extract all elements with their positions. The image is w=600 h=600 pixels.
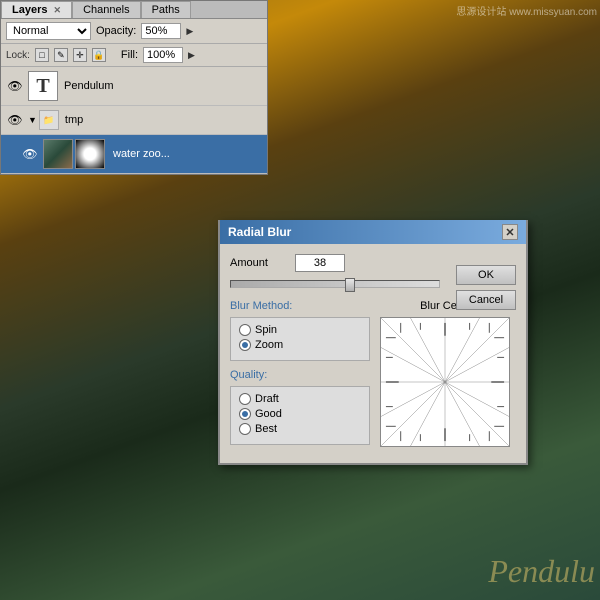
amount-slider-thumb[interactable] bbox=[345, 278, 355, 292]
radio-draft-label: Draft bbox=[255, 393, 279, 405]
opacity-label: Opacity: bbox=[96, 25, 136, 37]
dialog-buttons: OK Cancel bbox=[456, 265, 516, 310]
dialog-body: Amount OK Cancel Blur Method: bbox=[220, 244, 526, 463]
radio-good[interactable] bbox=[239, 408, 251, 420]
radio-row-good[interactable]: Good bbox=[239, 408, 361, 420]
layer-mask-water bbox=[75, 139, 105, 169]
radio-row-zoom[interactable]: Zoom bbox=[239, 339, 361, 351]
layer-visibility-water[interactable]: 👁 bbox=[21, 145, 39, 163]
tab-paths[interactable]: Paths bbox=[141, 1, 191, 18]
layer-visibility-tmp[interactable]: 👁 bbox=[6, 111, 24, 129]
radio-best-label: Best bbox=[255, 423, 277, 435]
lock-pixels-btn[interactable]: ✎ bbox=[54, 48, 68, 62]
lock-all-btn[interactable]: 🔒 bbox=[92, 48, 106, 62]
layer-name-pendulum: Pendulum bbox=[64, 80, 262, 92]
radio-row-spin[interactable]: Spin bbox=[239, 324, 361, 336]
layer-visibility-pendulum[interactable]: 👁 bbox=[6, 77, 24, 95]
tab-layers-close[interactable]: ✕ bbox=[54, 5, 62, 15]
watermark: 思源设计站 www.missyuan.com bbox=[453, 0, 600, 21]
dialog-right: Blur Center bbox=[380, 300, 516, 453]
radio-draft[interactable] bbox=[239, 393, 251, 405]
panel-toolbar-blend: Normal Opacity: ▶ bbox=[1, 19, 267, 44]
amount-label: Amount bbox=[230, 257, 295, 269]
amount-slider[interactable] bbox=[230, 280, 440, 288]
lock-position-btn[interactable]: ✛ bbox=[73, 48, 87, 62]
fill-arrow[interactable]: ▶ bbox=[188, 50, 195, 61]
lock-label: Lock: bbox=[6, 50, 30, 61]
radio-row-draft[interactable]: Draft bbox=[239, 393, 361, 405]
blur-method-group: Spin Zoom bbox=[230, 317, 370, 361]
layer-text-icon: T bbox=[36, 75, 49, 98]
tab-layers[interactable]: Layers ✕ bbox=[1, 1, 72, 18]
layer-name-tmp: tmp bbox=[65, 114, 262, 126]
layers-panel: Layers ✕ Channels Paths Normal Opacity: … bbox=[0, 0, 268, 175]
radio-good-label: Good bbox=[255, 408, 282, 420]
dialog-columns: Blur Method: Spin Zoom Quality: bbox=[230, 300, 516, 453]
panel-tabs: Layers ✕ Channels Paths bbox=[1, 1, 267, 19]
radio-zoom[interactable] bbox=[239, 339, 251, 351]
lock-transparent-btn[interactable]: □ bbox=[35, 48, 49, 62]
cancel-button[interactable]: Cancel bbox=[456, 290, 516, 310]
radio-zoom-label: Zoom bbox=[255, 339, 283, 351]
layer-thumb-pendulum: T bbox=[28, 71, 58, 101]
layer-row-pendulum[interactable]: 👁 T Pendulum bbox=[1, 67, 267, 106]
dialog-titlebar: Radial Blur ✕ bbox=[220, 220, 526, 244]
layer-name-water: water zoo... bbox=[113, 148, 262, 160]
blend-mode-select[interactable]: Normal bbox=[6, 22, 91, 40]
layers-list: 👁 T Pendulum 👁 ▼ 📁 tmp 👁 water zoo... bbox=[1, 67, 267, 174]
radio-spin-label: Spin bbox=[255, 324, 277, 336]
opacity-arrow[interactable]: ▶ bbox=[186, 26, 193, 37]
ok-button[interactable]: OK bbox=[456, 265, 516, 285]
tab-channels[interactable]: Channels bbox=[72, 1, 140, 18]
blur-center-svg bbox=[381, 318, 509, 446]
radio-best[interactable] bbox=[239, 423, 251, 435]
dialog-left: Blur Method: Spin Zoom Quality: bbox=[230, 300, 370, 453]
layer-row-water[interactable]: 👁 water zoo... bbox=[1, 135, 267, 174]
layer-group-arrow-tmp[interactable]: ▼ bbox=[28, 115, 37, 125]
radio-row-best[interactable]: Best bbox=[239, 423, 361, 435]
fill-label: Fill: bbox=[121, 49, 138, 61]
panel-toolbar-lock: Lock: □ ✎ ✛ 🔒 Fill: ▶ bbox=[1, 44, 267, 67]
radial-blur-dialog: Radial Blur ✕ Amount OK Cancel Blur Meth bbox=[218, 220, 528, 465]
layer-row-tmp[interactable]: 👁 ▼ 📁 tmp bbox=[1, 106, 267, 135]
opacity-input[interactable] bbox=[141, 23, 181, 39]
layer-thumb-water bbox=[43, 139, 73, 169]
radio-spin[interactable] bbox=[239, 324, 251, 336]
blur-method-label: Blur Method: bbox=[230, 300, 370, 312]
layer-group-icon-tmp: 📁 bbox=[39, 110, 59, 130]
dialog-close-button[interactable]: ✕ bbox=[502, 224, 518, 240]
pendulum-watermark: Pendulu bbox=[488, 553, 600, 590]
blur-center-canvas[interactable] bbox=[380, 317, 510, 447]
dialog-title: Radial Blur bbox=[228, 225, 291, 239]
quality-group: Draft Good Best bbox=[230, 386, 370, 445]
amount-row: Amount OK Cancel bbox=[230, 254, 516, 272]
amount-input[interactable] bbox=[295, 254, 345, 272]
fill-input[interactable] bbox=[143, 47, 183, 63]
quality-label: Quality: bbox=[230, 369, 370, 381]
